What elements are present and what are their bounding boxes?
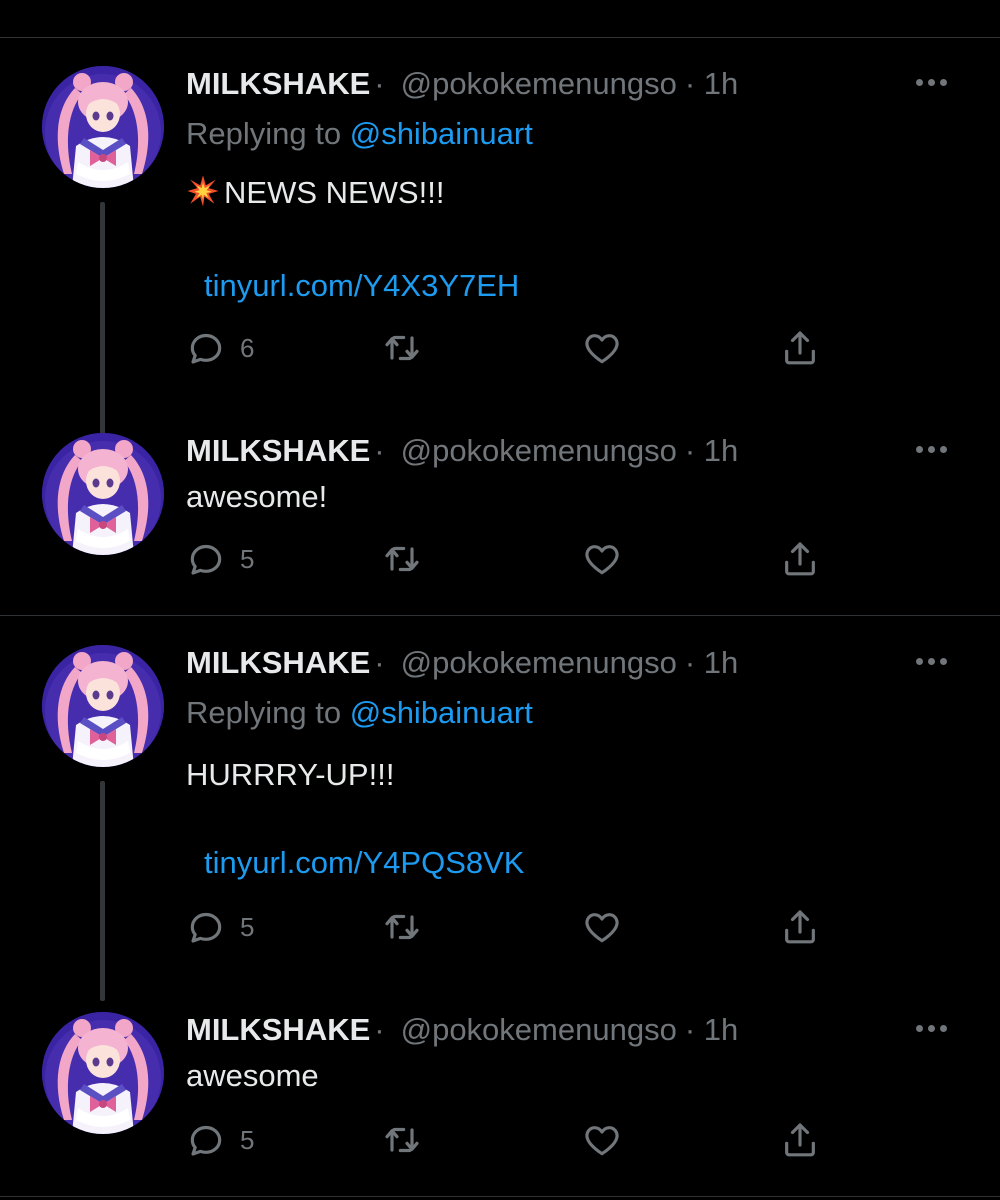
retweet-icon <box>382 328 422 368</box>
tweet-text: awesome <box>186 1058 319 1093</box>
action-bar: 5 <box>186 537 846 581</box>
tweet-text-content: NEWS NEWS!!! <box>224 175 445 210</box>
name-separator: · <box>374 433 385 468</box>
reply-button[interactable]: 6 <box>186 326 254 370</box>
tweet-text: HURRRY-UP!!! <box>186 757 395 792</box>
conversation-divider <box>0 615 1000 616</box>
user-handle[interactable]: @pokokemenungso <box>401 433 677 469</box>
timestamp[interactable]: · 1h <box>685 66 738 102</box>
share-button[interactable] <box>780 537 820 581</box>
reply-count: 5 <box>240 543 255 574</box>
like-button[interactable] <box>582 326 622 370</box>
thread-line <box>100 781 105 1001</box>
reply-icon <box>186 1120 226 1160</box>
bottom-divider <box>0 1196 1000 1197</box>
tweet-link[interactable]: tinyurl.com/Y4X3Y7EH <box>204 268 519 304</box>
heart-icon <box>582 1120 622 1160</box>
avatar[interactable] <box>42 1012 164 1134</box>
name-separator: · <box>374 1012 385 1047</box>
retweet-icon <box>382 1120 422 1160</box>
replying-to-label: Replying to <box>186 116 342 151</box>
replying-to-handle[interactable]: @shibainuart <box>350 695 533 730</box>
more-icon[interactable] <box>916 1018 956 1038</box>
tweet-header: MILKSHAKE · @pokokemenungso · 1h <box>186 1012 738 1056</box>
tweet[interactable]: MILKSHAKE · @pokokemenungso · 1h Replyin… <box>0 645 1000 1015</box>
replying-to-handle[interactable]: @shibainuart <box>350 116 533 151</box>
user-handle[interactable]: @pokokemenungso <box>401 645 677 681</box>
reply-icon <box>186 328 226 368</box>
retweet-button[interactable] <box>382 905 422 949</box>
replying-to: Replying to @shibainuart <box>186 116 533 152</box>
retweet-icon <box>382 539 422 579</box>
share-icon <box>780 1120 820 1160</box>
tweet[interactable]: MILKSHAKE · @pokokemenungso · 1h awesome… <box>0 433 1000 603</box>
display-name[interactable]: MILKSHAKE <box>186 1012 370 1048</box>
display-name[interactable]: MILKSHAKE <box>186 645 370 681</box>
collision-emoji-icon <box>187 175 219 207</box>
reply-count: 6 <box>240 332 255 363</box>
action-bar: 6 <box>186 326 846 370</box>
share-button[interactable] <box>780 1118 820 1162</box>
reply-count: 5 <box>240 1124 255 1155</box>
action-bar: 5 <box>186 1118 846 1162</box>
retweet-icon <box>382 907 422 947</box>
retweet-button[interactable] <box>382 1118 422 1162</box>
retweet-button[interactable] <box>382 326 422 370</box>
share-button[interactable] <box>780 326 820 370</box>
reply-button[interactable]: 5 <box>186 905 254 949</box>
more-icon[interactable] <box>916 439 956 459</box>
heart-icon <box>582 328 622 368</box>
user-handle[interactable]: @pokokemenungso <box>401 66 677 102</box>
like-button[interactable] <box>582 537 622 581</box>
action-bar: 5 <box>186 905 846 949</box>
tweet-text: NEWS NEWS!!! <box>186 174 444 211</box>
share-icon <box>780 539 820 579</box>
avatar[interactable] <box>42 66 164 188</box>
tweet-link[interactable]: tinyurl.com/Y4PQS8VK <box>204 845 524 881</box>
reply-icon <box>186 907 226 947</box>
more-icon[interactable] <box>916 72 956 92</box>
share-button[interactable] <box>780 905 820 949</box>
like-button[interactable] <box>582 1118 622 1162</box>
name-separator: · <box>374 66 385 101</box>
display-name[interactable]: MILKSHAKE <box>186 66 370 102</box>
timestamp[interactable]: · 1h <box>685 433 738 469</box>
timestamp[interactable]: · 1h <box>685 645 738 681</box>
tweet[interactable]: MILKSHAKE · @pokokemenungso · 1h awesome… <box>0 1012 1000 1182</box>
more-icon[interactable] <box>916 651 956 671</box>
heart-icon <box>582 907 622 947</box>
user-handle[interactable]: @pokokemenungso <box>401 1012 677 1048</box>
top-divider <box>0 37 1000 38</box>
avatar[interactable] <box>42 645 164 767</box>
share-icon <box>780 328 820 368</box>
tweet-header: MILKSHAKE · @pokokemenungso · 1h <box>186 433 738 477</box>
retweet-button[interactable] <box>382 537 422 581</box>
tweet[interactable]: MILKSHAKE · @pokokemenungso · 1h Replyin… <box>0 66 1000 488</box>
tweet-header: MILKSHAKE · @pokokemenungso · 1h <box>186 645 738 689</box>
reply-button[interactable]: 5 <box>186 1118 254 1162</box>
display-name[interactable]: MILKSHAKE <box>186 433 370 469</box>
share-icon <box>780 907 820 947</box>
reply-icon <box>186 539 226 579</box>
reply-button[interactable]: 5 <box>186 537 254 581</box>
name-separator: · <box>374 645 385 680</box>
replying-to: Replying to @shibainuart <box>186 695 533 731</box>
replying-to-label: Replying to <box>186 695 342 730</box>
avatar[interactable] <box>42 433 164 555</box>
timestamp[interactable]: · 1h <box>685 1012 738 1048</box>
like-button[interactable] <box>582 905 622 949</box>
tweet-text: awesome! <box>186 479 328 514</box>
tweet-header: MILKSHAKE · @pokokemenungso · 1h <box>186 66 738 110</box>
reply-count: 5 <box>240 911 255 942</box>
heart-icon <box>582 539 622 579</box>
